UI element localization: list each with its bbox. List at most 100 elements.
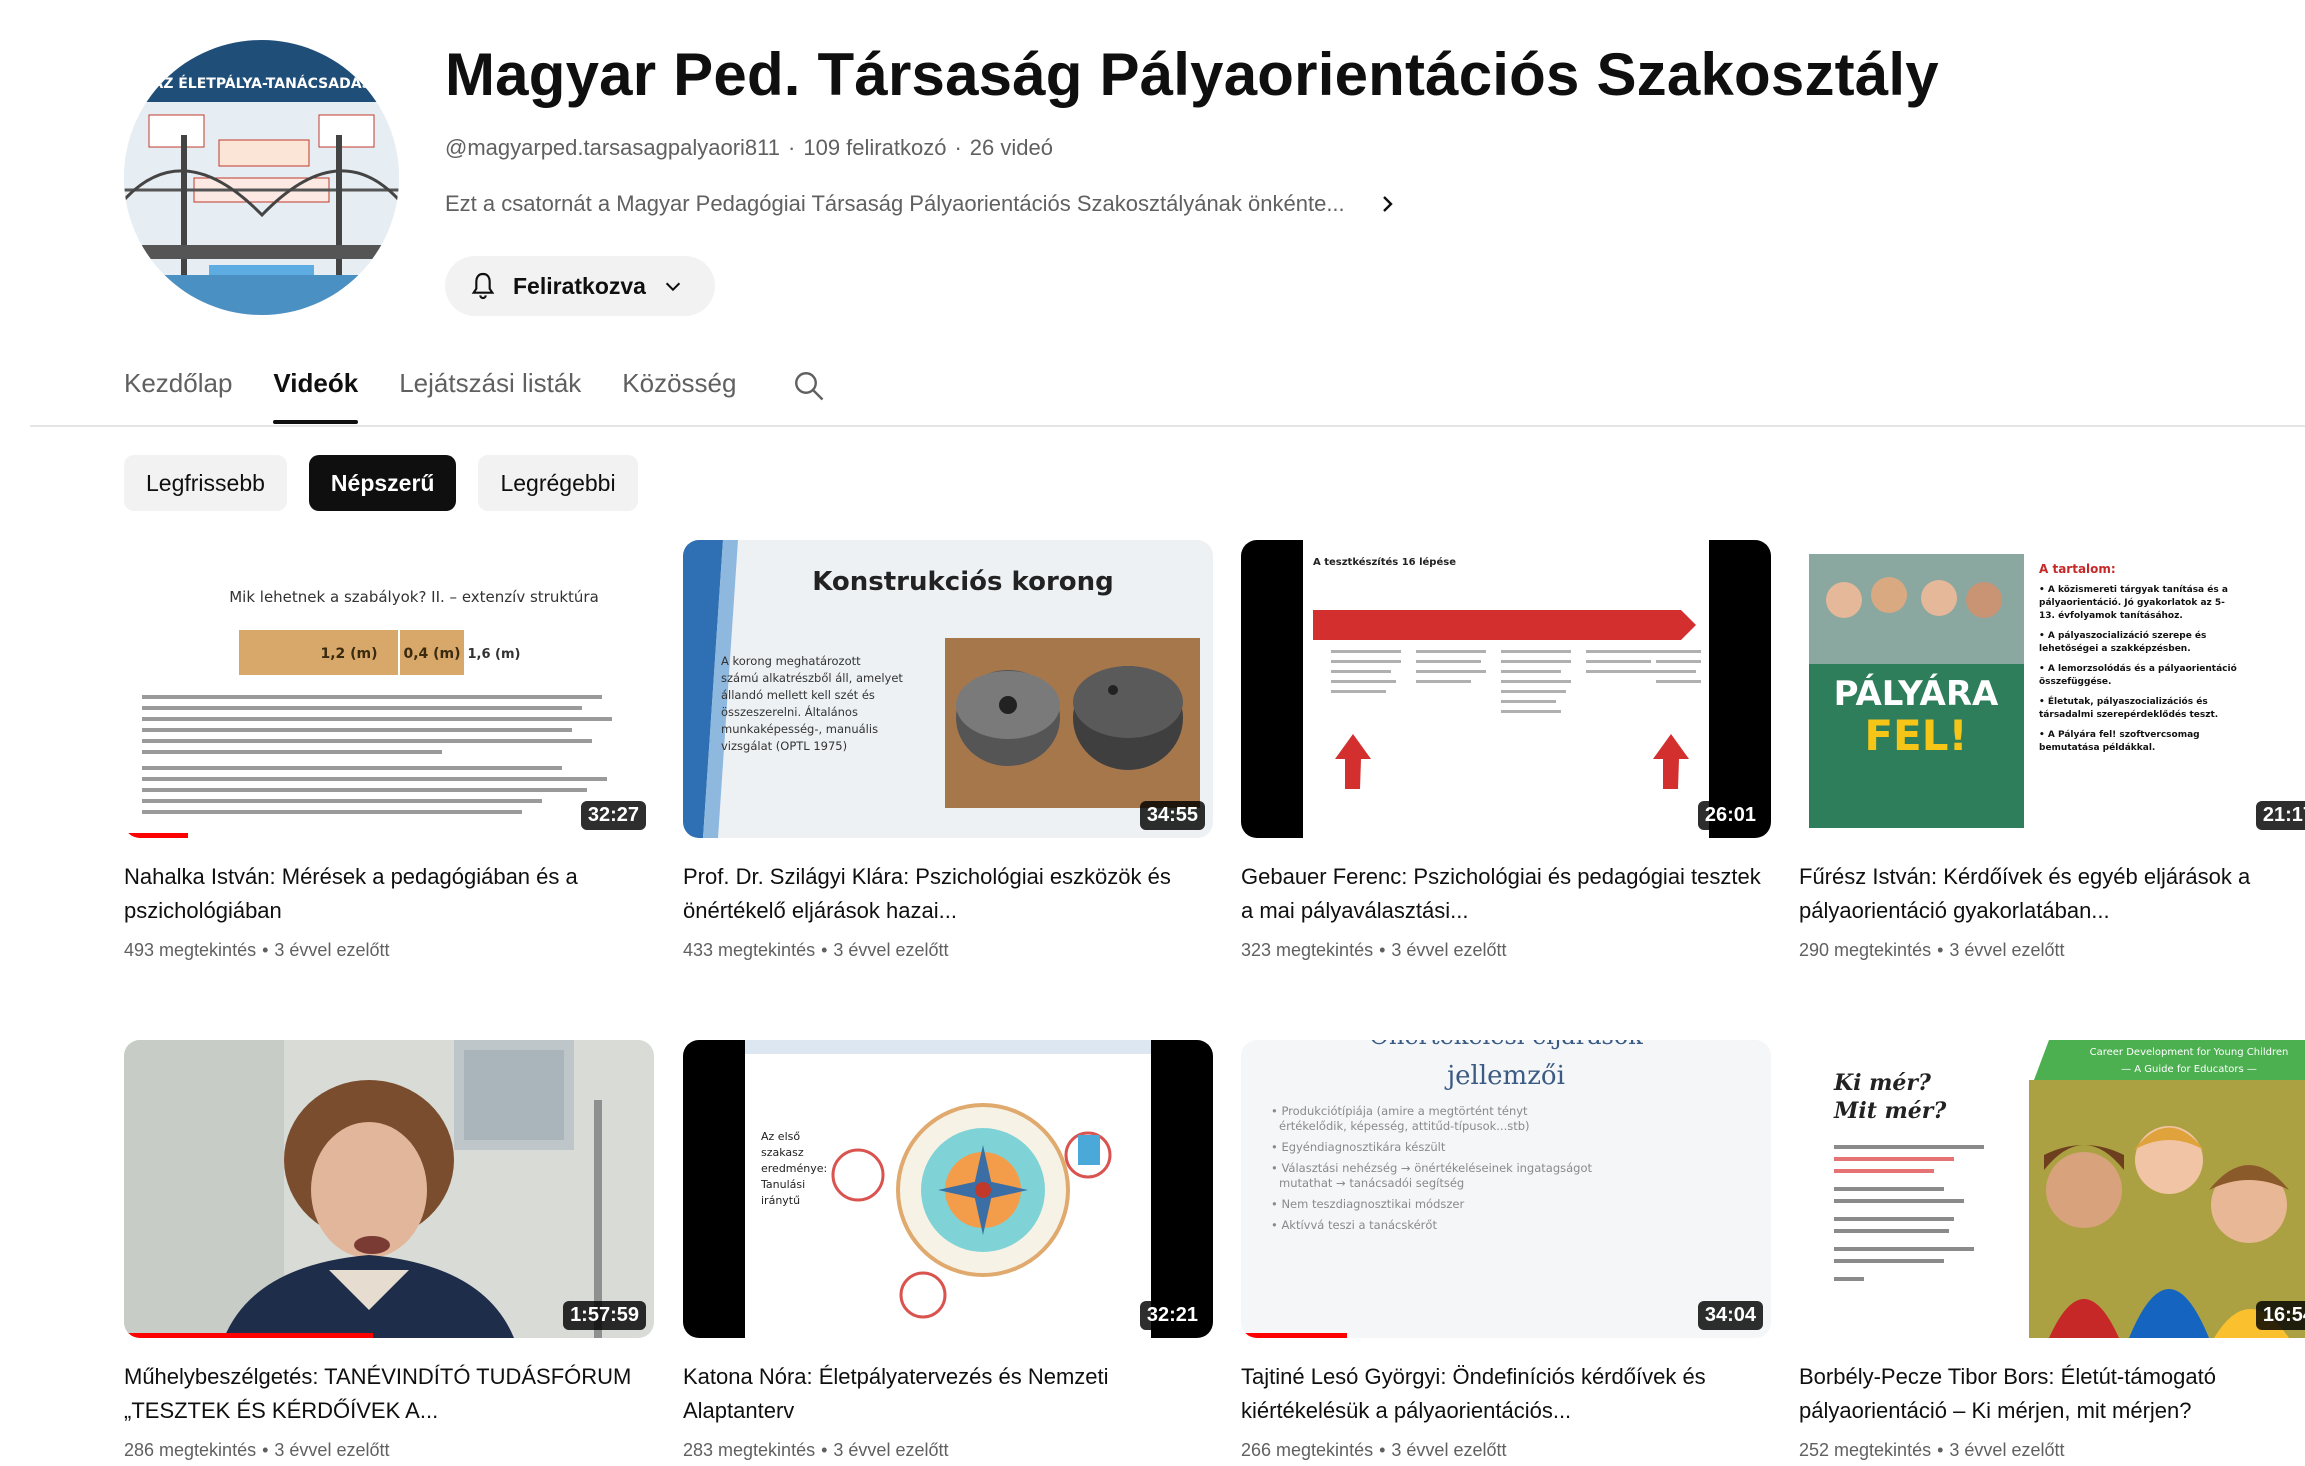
tab-playlists[interactable]: Lejátszási listák (399, 360, 581, 422)
watch-progress (124, 1333, 374, 1338)
channel-name: Magyar Ped. Társaság Pályaorientációs Sz… (445, 41, 1939, 108)
bell-icon (471, 272, 495, 299)
thumb-text: A tartalom: (2039, 562, 2116, 576)
video-meta: 252 megtekintés • 3 évvel ezelőtt (1799, 1440, 2065, 1460)
chip-latest[interactable]: Legfrissebb (124, 455, 287, 511)
thumb-text: jellemzői (1444, 1061, 1565, 1091)
subscribe-label: Feliratkozva (513, 272, 646, 299)
upload-age: 3 évvel ezelőtt (1391, 1440, 1507, 1460)
view-count: 433 megtekintés (683, 940, 816, 960)
video-title[interactable]: Katona Nóra: Életpályatervezés és Nemzet… (683, 1360, 1213, 1428)
thumb-text: PÁLYÁRA (1834, 673, 1999, 714)
upload-age: 3 évvel ezelőtt (1949, 1440, 2065, 1460)
video-title[interactable]: Műhelybeszélgetés: TANÉVINDÍTÓ TUDÁSFÓRU… (124, 1360, 654, 1428)
view-count: 323 megtekintés (1241, 940, 1374, 960)
video-thumbnail[interactable]: 1:57:59 (124, 1040, 654, 1338)
video-duration: 26:01 (1697, 801, 1763, 830)
video-meta: 290 megtekintés • 3 évvel ezelőtt (1799, 940, 2065, 960)
thumb-text: összefüggése. (2039, 676, 2111, 687)
video-title[interactable]: Gebauer Ferenc: Pszichológiai és pedagóg… (1241, 860, 1771, 928)
video-thumbnail[interactable]: Önértékelési eljárások jellemzői • Produ… (1241, 1040, 1771, 1338)
thumb-text: bemutatása példákkal. (2039, 742, 2155, 753)
thumb-text: • Aktívvá teszi a tanácskérőt (1271, 1218, 1437, 1232)
upload-age: 3 évvel ezelőtt (833, 940, 949, 960)
video-thumbnail[interactable]: Konstrukciós korong A korong meghatározo… (683, 540, 1213, 838)
thumb-text: A tesztkészítés 16 lépése (1313, 556, 1456, 568)
thumb-text: eredménye: (761, 1162, 827, 1175)
thumb-text: Mit mér? (1833, 1098, 1947, 1124)
channel-meta: @magyarped.tarsasagpalyaori811 · 109 felir… (445, 135, 1053, 160)
thumb-text: Career Development for Young Children (2090, 1047, 2289, 1058)
thumb-text: Konstrukciós korong (812, 567, 1114, 597)
chip-popular[interactable]: Népszerű (308, 455, 457, 511)
thumb-text: társadalmi szerepérdeklődés teszt. (2039, 709, 2218, 720)
upload-age: 3 évvel ezelőtt (274, 940, 390, 960)
tab-videos[interactable]: Videók (273, 360, 358, 424)
tab-home[interactable]: Kezdőlap (124, 360, 232, 422)
watch-progress (1241, 1333, 1347, 1338)
video-duration: 34:55 (1139, 801, 1205, 830)
thumb-text: pályaorientáció. Jó gyakorlatok az 5- (2039, 597, 2225, 608)
video-thumbnail[interactable]: Career Development for Young Children — … (1799, 1040, 2305, 1338)
chevron-down-icon (665, 282, 681, 292)
view-count: 493 megtekintés (124, 940, 257, 960)
chip-oldest[interactable]: Legrégebbi (478, 455, 638, 511)
video-title[interactable]: Borbély-Pecze Tibor Bors: Életút-támogat… (1799, 1360, 2305, 1428)
channel-tabs: Kezdőlap Videók Lejátszási listák Közöss… (124, 360, 827, 424)
thumb-text: • A pályaszocializáció szerepe és (2039, 630, 2206, 641)
tab-community[interactable]: Közösség (622, 360, 736, 422)
video-meta: 323 megtekintés • 3 évvel ezelőtt (1241, 940, 1507, 960)
thumb-text: iránytű (761, 1194, 800, 1207)
upload-age: 3 évvel ezelőtt (1949, 940, 2065, 960)
video-card[interactable]: 1:57:59 Műhelybeszélgetés: TANÉVINDÍTÓ T… (124, 1040, 654, 1461)
video-thumbnail[interactable]: Mik lehetnek a szabályok? II. – extenzív… (124, 540, 654, 838)
thumb-text: — A Guide for Educators — (2121, 1064, 2257, 1075)
channel-description[interactable]: Ezt a csatornát a Magyar Pedagógiai Társ… (445, 191, 1399, 217)
thumb-text: lehetőségei a szakképzésben. (2039, 643, 2191, 654)
video-thumbnail[interactable]: A tesztkészítés 16 lépése 26:01 (1241, 540, 1771, 838)
thumb-text: • Egyéndiagnosztikára készült (1271, 1140, 1446, 1154)
thumb-text: • A Pályára fel! szoftvercsomag (2039, 730, 2200, 740)
video-card[interactable]: Konstrukciós korong A korong meghatározo… (683, 540, 1213, 961)
thumb-text: • Nem teszdiagnosztikai módszer (1271, 1197, 1464, 1211)
video-title[interactable]: Tajtiné Lesó Györgyi: Öndefiníciós kérdő… (1241, 1360, 1771, 1428)
thumb-text: 1,2 (m) (320, 646, 377, 662)
thumb-text: • Választási nehézség → önértékeléseinek… (1271, 1161, 1593, 1175)
thumb-text: 0,4 (m) (403, 646, 460, 662)
subscribe-button[interactable]: Feliratkozva (445, 256, 715, 316)
video-card[interactable]: Az első szakasz eredménye: Tanulási irán… (683, 1040, 1213, 1461)
video-thumbnail[interactable]: Az első szakasz eredménye: Tanulási irán… (683, 1040, 1213, 1338)
video-card[interactable]: Önértékelési eljárások jellemzői • Produ… (1241, 1040, 1771, 1461)
thumb-text: állandó mellett kell szét és (721, 688, 875, 702)
thumb-text: Ki mér? (1833, 1070, 1932, 1096)
video-card[interactable]: Mik lehetnek a szabályok? II. – extenzív… (124, 540, 654, 961)
thumb-text: összeszerelni. Általános (721, 704, 858, 719)
subscriber-count: 109 feliratkozó (803, 135, 947, 160)
video-count: 26 videó (969, 135, 1053, 160)
thumb-text: mutathat → tanácsadói segítség (1279, 1176, 1464, 1190)
video-thumbnail[interactable]: PÁLYÁRA FEL! A tartalom: • A közismereti… (1799, 540, 2305, 838)
video-card[interactable]: A tesztkészítés 16 lépése 26:01 Gebauer … (1241, 540, 1771, 961)
search-icon[interactable] (791, 368, 827, 404)
thumb-text: Önértékelési eljárások (1369, 1040, 1643, 1050)
video-duration: 32:21 (1139, 1301, 1205, 1330)
channel-avatar[interactable]: AZ ÉLETPÁLYA-TANÁCSADÁS (124, 40, 399, 315)
video-meta: 433 megtekintés • 3 évvel ezelőtt (683, 940, 949, 960)
thumb-text: munkaképesség-, manuális (721, 722, 878, 736)
thumb-text: • Életutak, pályaszocializációs és (2039, 695, 2208, 707)
chevron-right-icon[interactable] (1375, 192, 1399, 216)
upload-age: 3 évvel ezelőtt (833, 1440, 949, 1460)
view-count: 286 megtekintés (124, 1440, 257, 1460)
video-card[interactable]: PÁLYÁRA FEL! A tartalom: • A közismereti… (1799, 540, 2305, 961)
sort-chips: Legfrissebb Népszerű Legrégebbi (124, 455, 638, 511)
avatar-banner-text: AZ ÉLETPÁLYA-TANÁCSADÁS (152, 75, 371, 92)
video-title[interactable]: Fűrész István: Kérdőívek és egyéb eljárá… (1799, 860, 2305, 928)
thumb-text: FEL! (1864, 711, 1967, 760)
video-title[interactable]: Nahalka István: Mérések a pedagógiában é… (124, 860, 654, 928)
video-title[interactable]: Prof. Dr. Szilágyi Klára: Pszichológiai … (683, 860, 1213, 928)
view-count: 252 megtekintés (1799, 1440, 1932, 1460)
thumb-text: 1,6 (m) (468, 647, 521, 662)
thumb-text: • A közismereti tárgyak tanítása és a (2039, 584, 2228, 595)
upload-age: 3 évvel ezelőtt (1391, 940, 1507, 960)
video-card[interactable]: Career Development for Young Children — … (1799, 1040, 2305, 1461)
